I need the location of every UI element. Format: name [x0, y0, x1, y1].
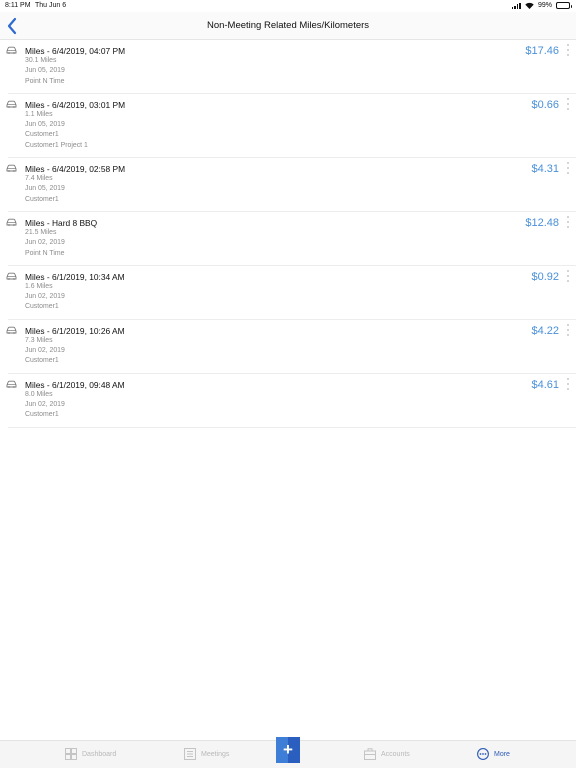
tab-dashboard[interactable]: Dashboard: [65, 748, 116, 760]
status-right: 99%: [511, 2, 572, 9]
entry-account: Point N Time: [25, 77, 65, 85]
briefcase-icon: [364, 748, 376, 760]
entry-account: Customer1: [25, 131, 59, 139]
car-icon: [6, 380, 17, 388]
entry-account: Customer1: [25, 195, 59, 203]
list-item[interactable]: Miles - Hard 8 BBQ 21.5 Miles Jun 02, 20…: [6, 212, 576, 266]
entry-date: Jun 02, 2019: [25, 400, 65, 408]
car-icon: [6, 326, 17, 334]
entry-date: Jun 05, 2019: [25, 121, 65, 129]
navigation-bar: Non-Meeting Related Miles/Kilometers: [0, 12, 576, 40]
entry-distance: 21.5 Miles: [25, 228, 57, 236]
mileage-list: Miles - 6/4/2019, 04:07 PM 30.1 Miles Ju…: [0, 40, 576, 428]
entry-date: Jun 05, 2019: [25, 185, 65, 193]
entry-account: Customer1: [25, 303, 59, 311]
add-button[interactable]: +: [276, 737, 300, 763]
tab-meetings[interactable]: Meetings: [184, 748, 229, 760]
more-options-icon[interactable]: [566, 44, 570, 56]
dashboard-icon: [65, 748, 77, 760]
battery-icon: [556, 2, 572, 9]
status-bar: 8:11 PM Thu Jun 6 99%: [0, 0, 576, 12]
entry-distance: 1.6 Miles: [25, 282, 53, 290]
tab-dashboard-label: Dashboard: [82, 750, 117, 758]
list-item[interactable]: Miles - 6/1/2019, 10:26 AM 7.3 Miles Jun…: [6, 320, 576, 374]
entry-distance: 30.1 Miles: [25, 57, 57, 64]
list-item[interactable]: Miles - 6/4/2019, 04:07 PM 30.1 Miles Ju…: [6, 40, 576, 94]
entry-title: Miles - 6/4/2019, 04:07 PM: [25, 46, 126, 56]
tab-accounts-label: Accounts: [381, 750, 410, 758]
meetings-icon: [184, 748, 196, 760]
entry-account: Customer1: [25, 357, 59, 365]
entry-title: Miles - 6/1/2019, 10:34 AM: [25, 271, 125, 282]
entry-distance: 7.3 Miles: [25, 336, 53, 344]
entry-amount: $0.66: [531, 98, 559, 111]
car-icon: [6, 46, 17, 54]
list-item[interactable]: Miles - 6/4/2019, 02:58 PM 7.4 Miles Jun…: [6, 158, 576, 212]
plus-icon: +: [283, 740, 293, 759]
more-circle-icon: [477, 748, 489, 760]
car-icon: [6, 100, 17, 108]
entry-title: Miles - 6/4/2019, 02:58 PM: [25, 164, 126, 175]
entry-date: Jun 02, 2019: [25, 293, 65, 301]
entry-account: Customer1: [25, 411, 59, 419]
entry-distance: 7.4 Miles: [25, 175, 53, 183]
tab-more-label: More: [494, 750, 510, 758]
entry-amount: $4.61: [531, 378, 559, 391]
entry-title: Miles - 6/1/2019, 09:48 AM: [25, 379, 125, 390]
list-item[interactable]: Miles - 6/1/2019, 10:34 AM 1.6 Miles Jun…: [6, 266, 576, 320]
entry-amount: $12.48: [525, 216, 559, 229]
car-icon: [6, 218, 17, 226]
status-date: Thu Jun 6: [35, 2, 67, 9]
entry-project: Customer1 Project 1: [25, 141, 88, 149]
entry-amount: $0.92: [531, 270, 559, 283]
more-options-icon[interactable]: [566, 215, 570, 228]
entry-title: Miles - 6/1/2019, 10:26 AM: [25, 325, 125, 336]
more-options-icon[interactable]: [566, 162, 570, 175]
car-icon: [6, 272, 17, 280]
tab-accounts[interactable]: Accounts: [364, 748, 410, 760]
entry-amount: $4.22: [531, 324, 559, 337]
page-title: Non-Meeting Related Miles/Kilometers: [206, 20, 370, 31]
car-icon: [6, 164, 17, 172]
list-item[interactable]: Miles - 6/4/2019, 03:01 PM 1.1 Miles Jun…: [6, 94, 576, 159]
entry-date: Jun 05, 2019: [25, 67, 65, 75]
tab-more[interactable]: More: [477, 748, 510, 760]
tab-meetings-label: Meetings: [201, 750, 230, 758]
battery-percent: 99%: [537, 2, 552, 9]
more-options-icon[interactable]: [566, 269, 570, 282]
signal-icon: [511, 2, 521, 9]
entry-date: Jun 02, 2019: [25, 347, 65, 355]
entry-amount: $4.31: [531, 163, 559, 176]
entry-distance: 8.0 Miles: [25, 390, 53, 398]
entry-amount: $17.46: [525, 45, 559, 57]
entry-title: Miles - Hard 8 BBQ: [25, 217, 98, 228]
status-time: 8:11 PM: [5, 2, 31, 9]
wifi-icon: [525, 2, 534, 9]
entry-title: Miles - 6/4/2019, 03:01 PM: [25, 99, 126, 110]
more-options-icon[interactable]: [566, 97, 570, 110]
entry-date: Jun 02, 2019: [25, 239, 65, 247]
more-options-icon[interactable]: [566, 323, 570, 336]
entry-distance: 1.1 Miles: [25, 110, 53, 118]
list-item[interactable]: Miles - 6/1/2019, 09:48 AM 8.0 Miles Jun…: [6, 374, 576, 428]
entry-account: Point N Time: [25, 249, 65, 257]
more-options-icon[interactable]: [566, 377, 570, 390]
